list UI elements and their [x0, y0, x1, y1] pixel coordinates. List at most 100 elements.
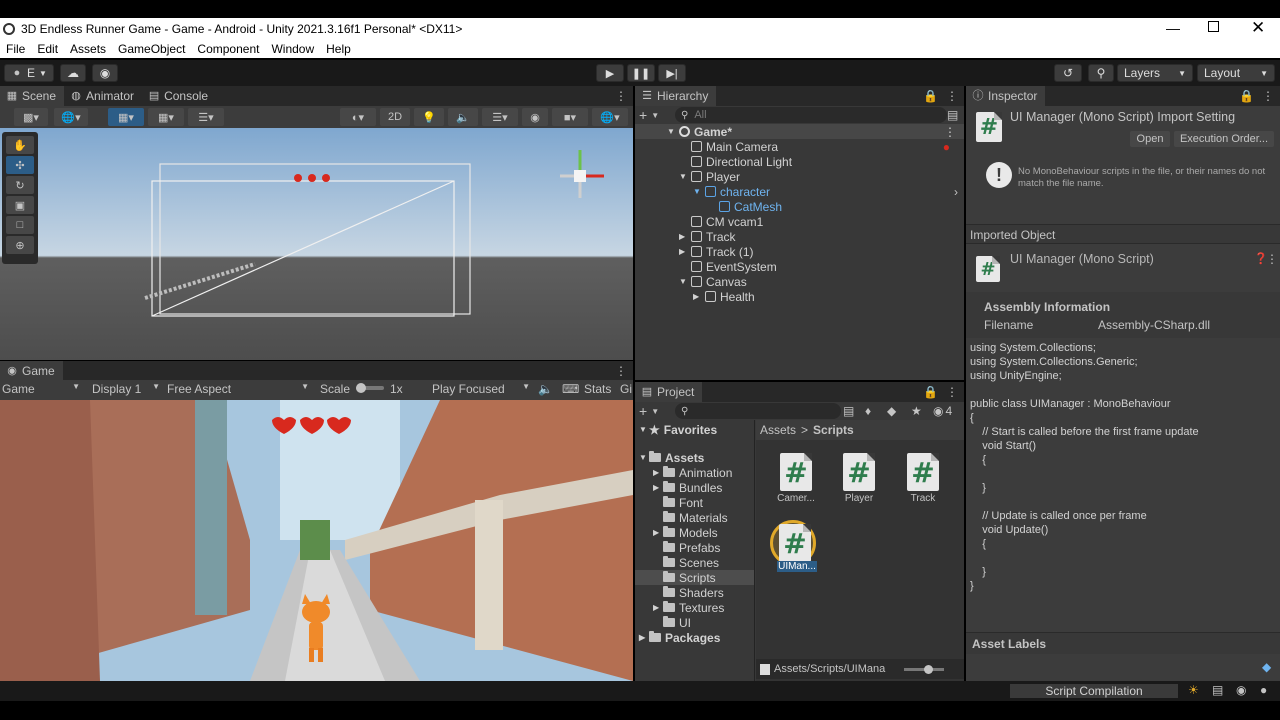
layers-dropdown[interactable]: Layers ▼ [1117, 64, 1193, 82]
bug-icon[interactable]: ◉ [1236, 683, 1246, 697]
tab-console[interactable]: ▤ Console [142, 86, 216, 106]
script-icon[interactable]: # [843, 453, 875, 491]
search-button[interactable]: ⚲ [1088, 64, 1114, 82]
hidden-packages-toggle[interactable]: ◉ 4 [933, 404, 952, 418]
increment-snap-button[interactable]: ☰▾ [188, 108, 224, 126]
hierarchy-item-catmesh[interactable]: CatMesh [635, 199, 964, 214]
tab-scene[interactable]: ▦ Scene [0, 86, 65, 106]
restore-button[interactable] [1208, 21, 1219, 32]
packages-folder[interactable]: ▶ Packages [639, 630, 720, 645]
hierarchy-item-player[interactable]: ▼ Player [635, 169, 964, 184]
create-asset-button[interactable]: + ▼ [639, 403, 669, 419]
minimize-button[interactable]: — [1166, 20, 1180, 36]
folder-scripts[interactable]: Scripts [635, 570, 754, 585]
camera-button[interactable]: ■▾ [552, 108, 588, 126]
debug-icon[interactable]: ☀ [1188, 683, 1199, 697]
lock-icon[interactable]: 🔒 [1239, 86, 1254, 106]
history-button[interactable]: ↺ [1054, 64, 1082, 82]
hierarchy-item-eventsystem[interactable]: EventSystem [635, 259, 964, 274]
favorite-star-icon[interactable]: ★ [911, 404, 922, 418]
create-button[interactable]: + ▼ [639, 107, 669, 123]
breadcrumb-scripts[interactable]: Scripts [813, 423, 854, 437]
tab-project[interactable]: ▤ Project [635, 382, 703, 402]
hierarchy-item-track-1[interactable]: ▶ Track (1) [635, 244, 964, 259]
stats-button[interactable]: Stats [584, 382, 611, 396]
label-tag-icon[interactable]: ◆ [1262, 660, 1271, 674]
favorites-item[interactable]: ▼ ★ Favorites [639, 422, 717, 437]
shading-button[interactable]: ◐▾ [340, 108, 376, 126]
global-button[interactable]: 🌐▾ [54, 108, 88, 126]
visibility-button[interactable]: ◉ [522, 108, 548, 126]
hierarchy-item-main-camera[interactable]: Main Camera ● [635, 139, 964, 154]
play-focused-dropdown[interactable]: Play Focused ▼ [432, 382, 530, 398]
open-button[interactable]: Open [1130, 131, 1170, 147]
hand-tool-button[interactable]: ✋ [6, 136, 34, 154]
menu-window[interactable]: Window [265, 42, 320, 56]
panel-menu-icon[interactable]: ⋮ [615, 86, 627, 106]
folder-textures[interactable]: ▶ Textures [653, 600, 724, 615]
panel-menu-icon[interactable]: ⋮ [946, 382, 958, 402]
tab-animator[interactable]: ◍ Animator [64, 86, 142, 106]
panel-menu-icon[interactable]: ⋮ [615, 361, 627, 381]
menu-help[interactable]: Help [320, 42, 357, 56]
cloud-button[interactable]: ☁ [60, 64, 86, 82]
hierarchy-search[interactable]: ⚲ All [675, 107, 947, 123]
hierarchy-item-health[interactable]: ▶ Health [635, 289, 964, 304]
tab-inspector[interactable]: ⓘ Inspector [966, 86, 1046, 106]
lighting-progress-icon[interactable]: ● [1260, 683, 1267, 697]
move-tool-button[interactable]: ✣ [6, 156, 34, 174]
rotate-tool-button[interactable]: ↻ [6, 176, 34, 194]
display-mode-dropdown[interactable]: Game ▼ [2, 382, 80, 398]
grid-snap-button[interactable]: ▦▾ [108, 108, 144, 126]
mute-audio-icon[interactable]: 🔈 [538, 382, 553, 396]
script-icon[interactable]: # [780, 453, 812, 491]
play-button[interactable]: ▶ [596, 64, 624, 82]
lighting-button[interactable]: 💡 [414, 108, 444, 126]
hierarchy-item-cm-vcam1[interactable]: CM vcam1 [635, 214, 964, 229]
effects-button[interactable]: ☰▾ [482, 108, 518, 126]
folder-animation[interactable]: ▶ Animation [653, 465, 732, 480]
file-label[interactable]: Track [893, 493, 953, 504]
scene-visibility-icon[interactable]: ▤ [947, 108, 958, 122]
panel-menu-icon[interactable]: ⋮ [1262, 86, 1274, 106]
account-button[interactable]: ● E ▼ [4, 64, 54, 82]
hierarchy-item-game[interactable]: ▼ Game* ⋮ [635, 124, 964, 139]
scene-viewport[interactable]: ✋ ✣ ↻ ▣ □ ⊕ [0, 128, 633, 360]
search-by-type-icon[interactable]: ▤ [843, 404, 854, 418]
hierarchy-item-canvas[interactable]: ▼ Canvas [635, 274, 964, 289]
script-icon[interactable]: # [779, 524, 811, 562]
draw-mode-button[interactable]: ▩▾ [14, 108, 48, 126]
scale-tool-button[interactable]: ▣ [6, 196, 34, 214]
folder-bundles[interactable]: ▶ Bundles [653, 480, 722, 495]
breadcrumb-assets[interactable]: Assets [760, 423, 796, 437]
tab-hierarchy[interactable]: ☰ Hierarchy [635, 86, 717, 106]
rect-tool-button[interactable]: □ [6, 216, 34, 234]
game-viewport[interactable] [0, 400, 633, 681]
folder-ui[interactable]: UI [653, 615, 691, 630]
chevron-right-icon[interactable]: › [954, 185, 958, 199]
file-label[interactable]: Player [829, 493, 889, 504]
script-icon[interactable]: # [907, 453, 939, 491]
close-button[interactable]: ✕ [1251, 18, 1265, 38]
menu-gameobject[interactable]: GameObject [112, 42, 191, 56]
menu-edit[interactable]: Edit [31, 42, 64, 56]
menu-assets[interactable]: Assets [64, 42, 112, 56]
folder-font[interactable]: Font [653, 495, 703, 510]
tag-icon[interactable]: ◆ [887, 404, 896, 418]
lock-icon[interactable]: 🔒 [923, 382, 938, 402]
execution-order-button[interactable]: Execution Order... [1174, 131, 1274, 147]
audio-button[interactable]: 🔈 [448, 108, 478, 126]
scale-slider[interactable] [356, 383, 384, 393]
hierarchy-item-track[interactable]: ▶ Track [635, 229, 964, 244]
transform-tool-button[interactable]: ⊕ [6, 236, 34, 254]
folder-materials[interactable]: Materials [653, 510, 728, 525]
keyboard-icon[interactable]: ⌨ [562, 382, 579, 396]
assets-folder[interactable]: ▼ Assets [639, 450, 704, 465]
collab-button[interactable]: ◉ [92, 64, 118, 82]
step-button[interactable]: ▶| [658, 64, 686, 82]
layout-dropdown[interactable]: Layout ▼ [1197, 64, 1275, 82]
tab-game[interactable]: ◉ Game [0, 361, 63, 381]
panel-menu-icon[interactable]: ⋮ [944, 125, 956, 139]
hierarchy-item-character[interactable]: ▼ character › [635, 184, 964, 199]
panel-menu-icon[interactable]: ⋮ [946, 86, 958, 106]
